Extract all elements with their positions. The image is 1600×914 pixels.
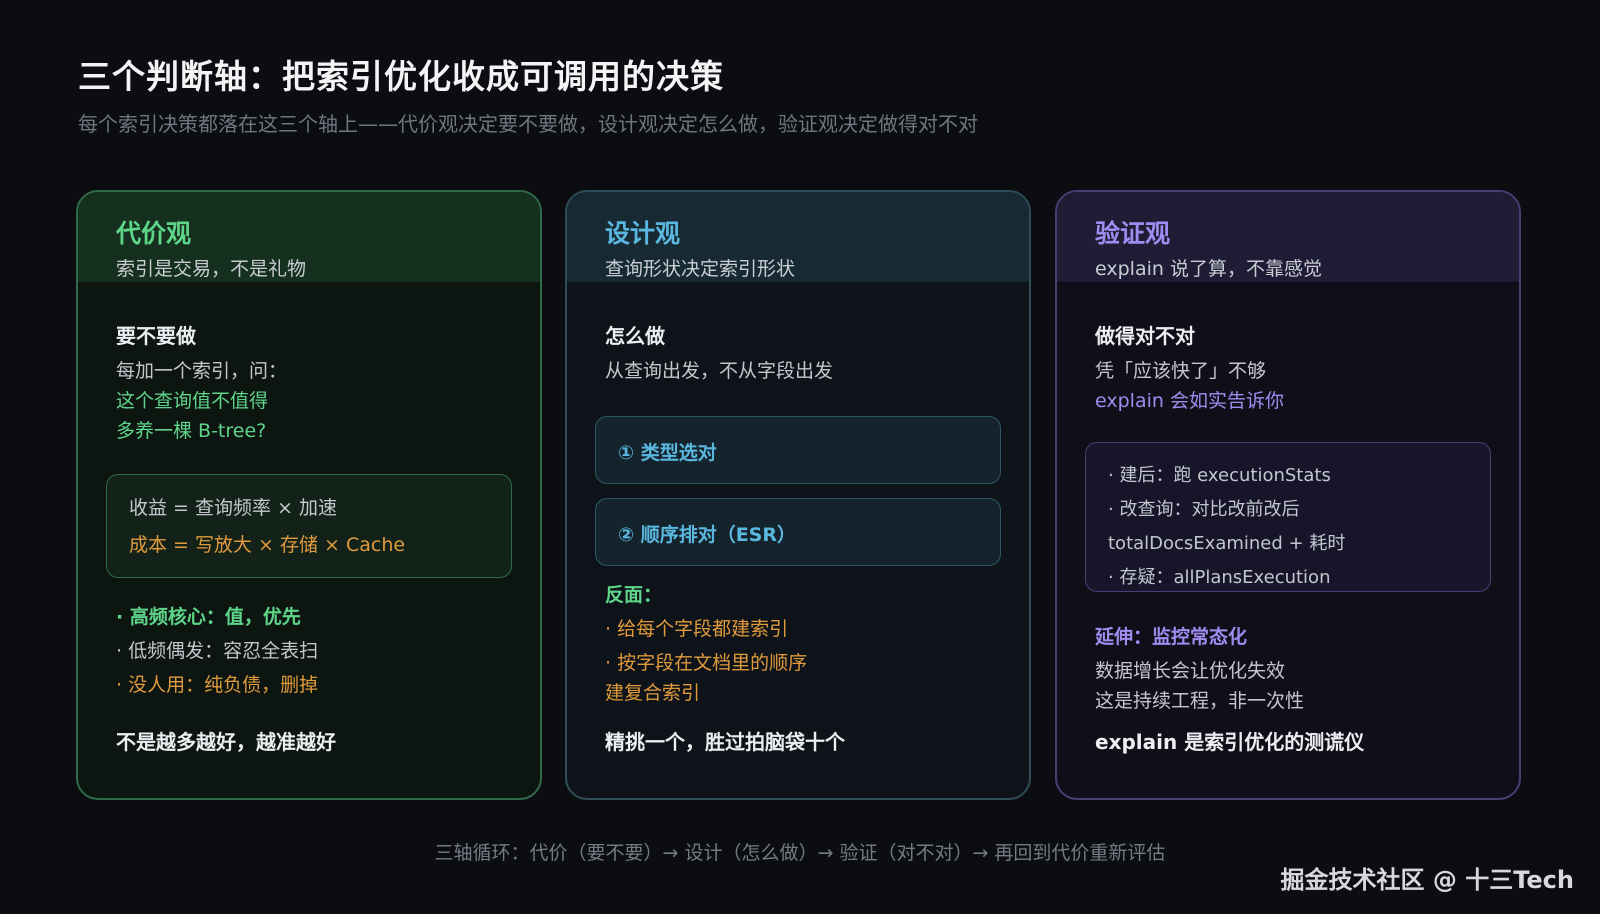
bullet-unused: · 没人用：纯负债，删掉 — [116, 674, 319, 696]
cost-formula-box: 收益 = 查询频率 × 加速 成本 = 写放大 × 存储 × Cache — [106, 474, 512, 578]
card-verify-intro-line: explain 会如实告诉你 — [1095, 390, 1284, 412]
benefit-formula: 收益 = 查询频率 × 加速 — [129, 497, 337, 519]
step-type-box: ① 类型选对 — [595, 416, 1001, 484]
counter-example-line: · 给每个字段都建索引 — [605, 618, 789, 640]
page-title: 三个判断轴：把索引优化收成可调用的决策 — [78, 57, 724, 96]
card-cost-conclusion: 不是越多越好，越准越好 — [116, 730, 336, 754]
card-verify-intro-line: 凭「应该快了」不够 — [1095, 360, 1267, 382]
card-design-intro-line: 从查询出发，不从字段出发 — [605, 360, 834, 382]
card-design-section-head: 怎么做 — [605, 324, 665, 348]
step-order-label: ② 顺序排对（ESR） — [618, 524, 796, 546]
card-verify-tagline: explain 说了算，不靠感觉 — [1095, 258, 1322, 280]
watermark: 掘金技术社区 @ 十三Tech — [1280, 866, 1574, 894]
card-cost-header: 代价观 索引是交易，不是礼物 — [78, 192, 540, 282]
bullet-low-frequency: · 低频偶发：容忍全表扫 — [116, 640, 319, 662]
verify-step-line: · 改查询：对比改前改后 — [1108, 499, 1300, 520]
card-cost-tagline: 索引是交易，不是礼物 — [116, 258, 307, 280]
card-cost: 代价观 索引是交易，不是礼物 要不要做 每加一个索引，问： 这个查询值不值得 多… — [76, 190, 542, 800]
card-verify-conclusion: explain 是索引优化的测谎仪 — [1095, 730, 1365, 754]
card-design-title: 设计观 — [605, 219, 681, 248]
counter-example-head: 反面： — [605, 584, 663, 606]
card-verify-section-head: 做得对不对 — [1095, 324, 1195, 348]
counter-example-line: · 按字段在文档里的顺序 — [605, 652, 808, 674]
step-order-box: ② 顺序排对（ESR） — [595, 498, 1001, 566]
verify-step-line: · 存疑：allPlansExecution — [1108, 567, 1331, 588]
extend-head: 延伸：监控常态化 — [1095, 626, 1248, 648]
card-cost-title: 代价观 — [116, 219, 192, 248]
card-design-conclusion: 精挑一个，胜过拍脑袋十个 — [605, 730, 845, 754]
card-verify: 验证观 explain 说了算，不靠感觉 做得对不对 凭「应该快了」不够 exp… — [1055, 190, 1521, 800]
verify-steps-box: · 建后：跑 executionStats · 改查询：对比改前改后 total… — [1085, 442, 1491, 592]
extend-line: 数据增长会让优化失效 — [1095, 660, 1286, 682]
verify-step-line: totalDocsExamined + 耗时 — [1108, 533, 1346, 554]
counter-example-line: 建复合索引 — [605, 682, 701, 704]
card-design-tagline: 查询形状决定索引形状 — [605, 258, 796, 280]
card-cost-intro-line: 每加一个索引，问： — [116, 360, 288, 382]
extend-line: 这是持续工程，非一次性 — [1095, 690, 1305, 712]
card-verify-header: 验证观 explain 说了算，不靠感觉 — [1057, 192, 1519, 282]
page-subtitle: 每个索引决策都落在这三个轴上——代价观决定要不要做，设计观决定怎么做，验证观决定… — [78, 112, 978, 136]
step-type-label: ① 类型选对 — [618, 442, 717, 464]
card-design: 设计观 查询形状决定索引形状 怎么做 从查询出发，不从字段出发 ① 类型选对 ②… — [565, 190, 1031, 800]
card-cost-intro-line: 多养一棵 B-tree? — [116, 420, 267, 442]
card-cost-intro-line: 这个查询值不值得 — [116, 390, 269, 412]
cost-formula: 成本 = 写放大 × 存储 × Cache — [129, 534, 406, 556]
card-verify-title: 验证观 — [1095, 219, 1171, 248]
card-cost-section-head: 要不要做 — [116, 324, 196, 348]
bullet-high-frequency: · 高频核心：值，优先 — [116, 606, 301, 628]
card-design-header: 设计观 查询形状决定索引形状 — [567, 192, 1029, 282]
verify-step-line: · 建后：跑 executionStats — [1108, 465, 1331, 486]
